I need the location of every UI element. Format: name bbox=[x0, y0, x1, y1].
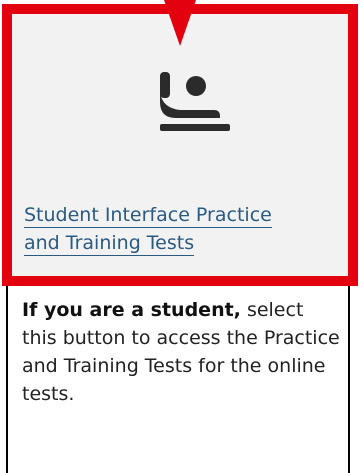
pointer-arrow-icon bbox=[164, 0, 196, 46]
student-practice-link[interactable]: Student Interface Practice and Training … bbox=[24, 201, 324, 257]
description-lead: If you are a student, bbox=[22, 299, 241, 321]
student-raised-hand-icon bbox=[154, 72, 230, 134]
page: Student Interface Practice and Training … bbox=[0, 0, 362, 473]
tile-description: If you are a student, select this button… bbox=[22, 296, 342, 408]
student-practice-link-line1: Student Interface Practice bbox=[24, 204, 272, 228]
student-practice-link-line2: and Training Tests bbox=[24, 232, 195, 256]
